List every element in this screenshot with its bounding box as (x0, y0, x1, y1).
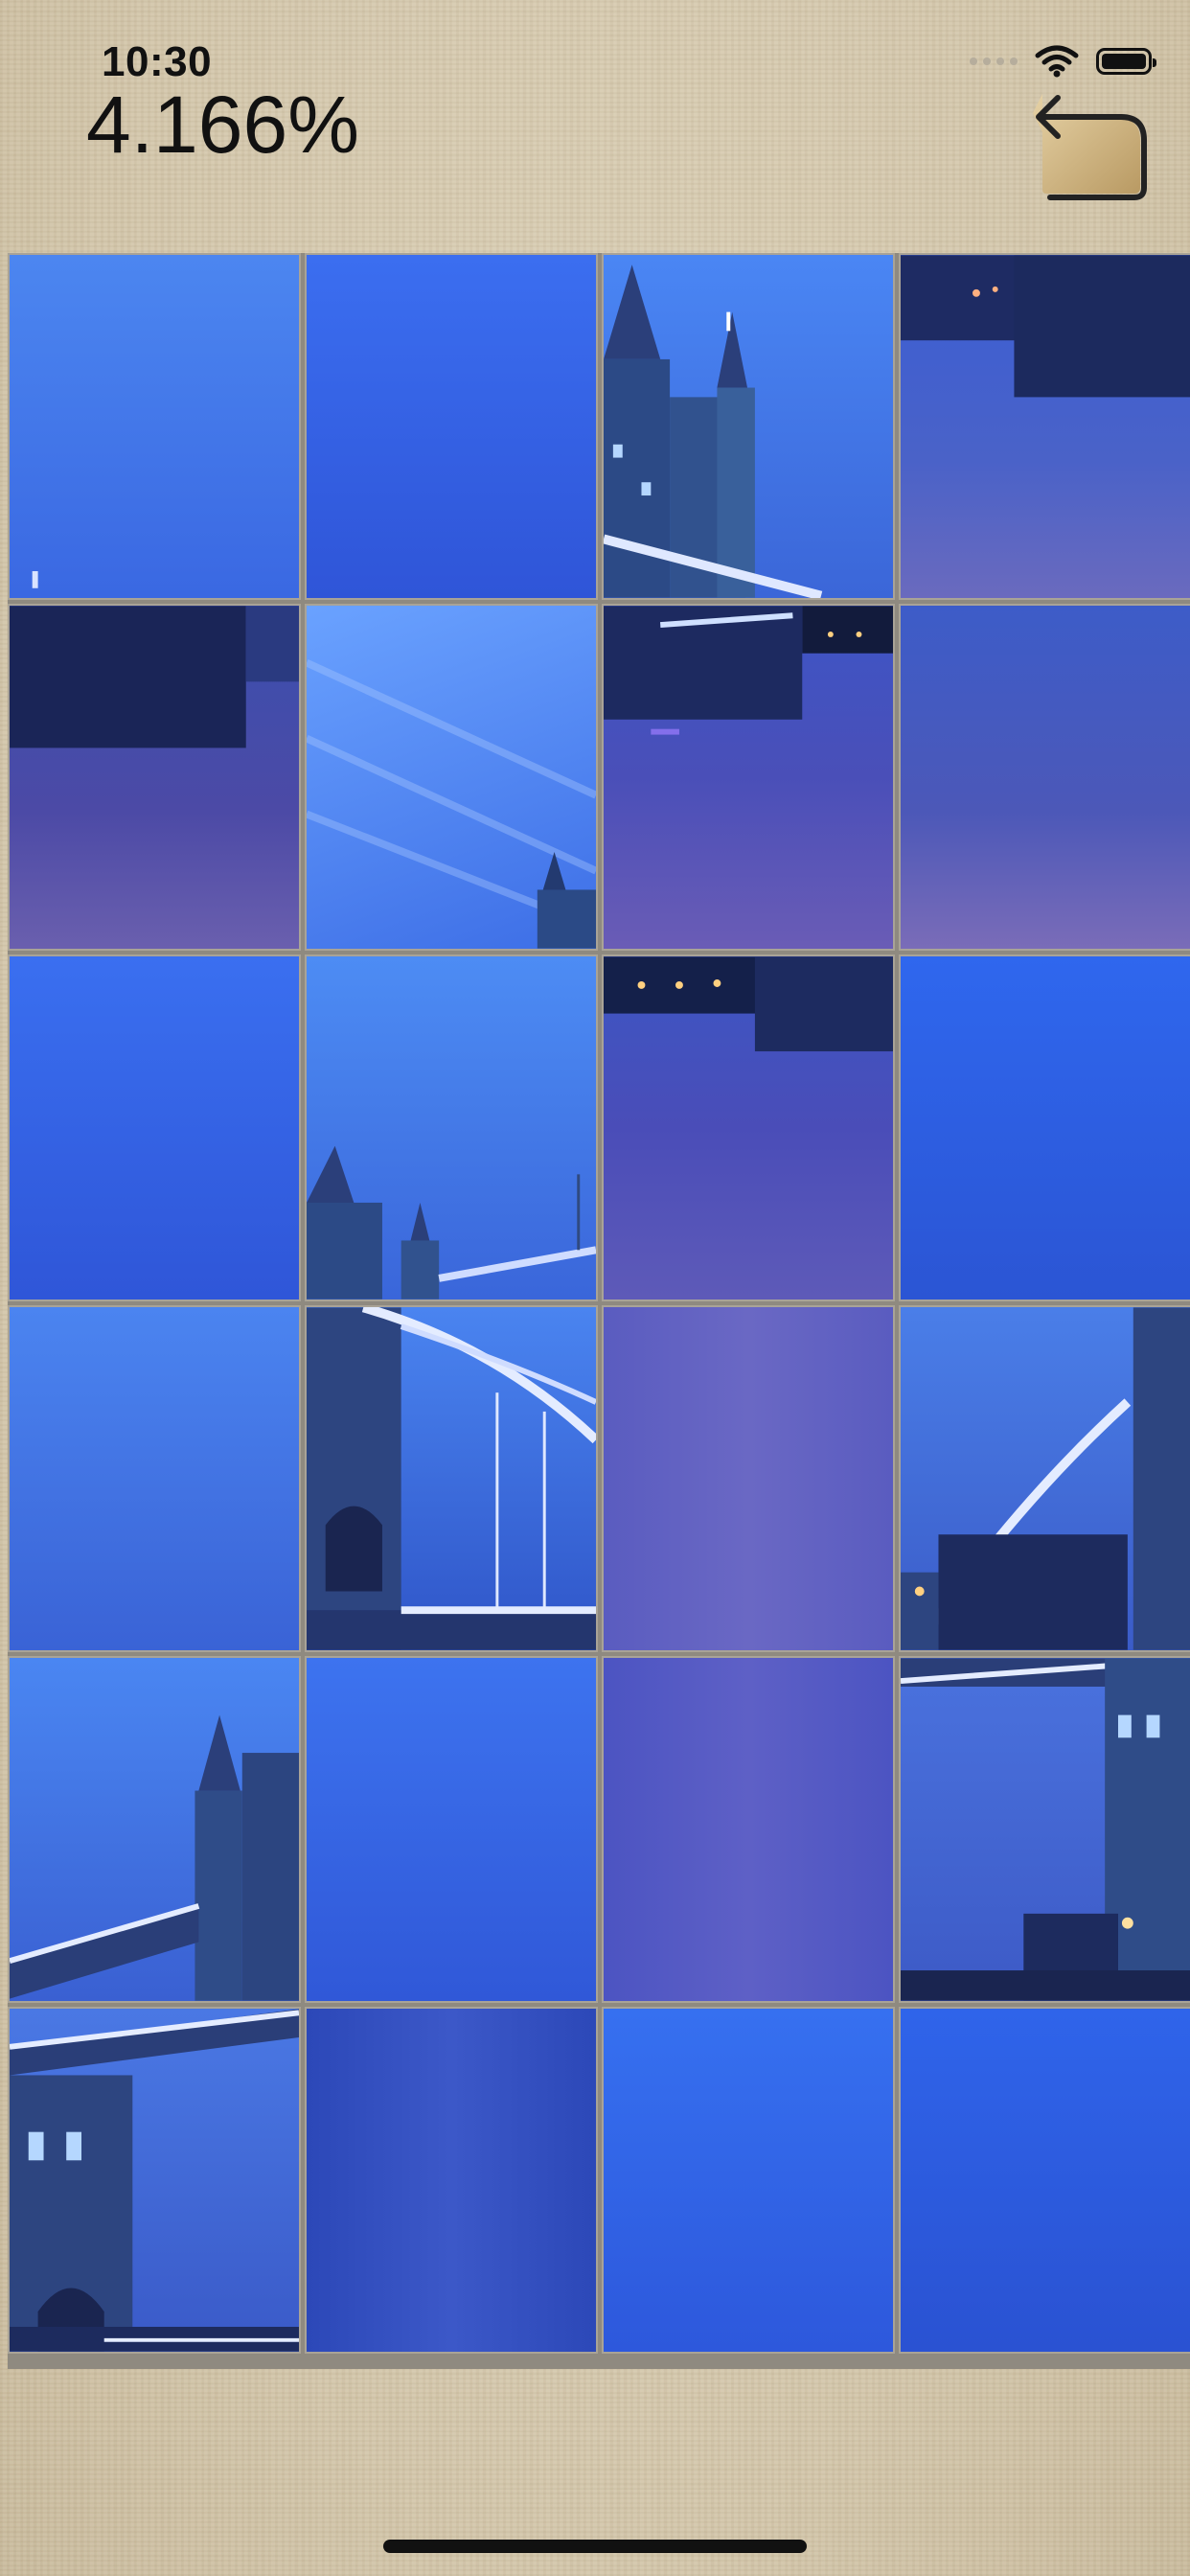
puzzle-tile[interactable] (899, 253, 1190, 600)
puzzle-tile[interactable] (602, 2007, 895, 2354)
status-icons (970, 42, 1156, 80)
puzzle-tile[interactable] (899, 1656, 1190, 2003)
puzzle-tile[interactable] (602, 604, 895, 951)
puzzle-tile[interactable] (602, 1305, 895, 1652)
puzzle-tile[interactable] (8, 1305, 301, 1652)
puzzle-tile[interactable] (899, 1305, 1190, 1652)
puzzle-board (8, 253, 1190, 2369)
puzzle-tile[interactable] (8, 2007, 301, 2354)
puzzle-tile[interactable] (305, 604, 598, 951)
puzzle-tile[interactable] (305, 2007, 598, 2354)
puzzle-tile[interactable] (899, 954, 1190, 1301)
puzzle-tile[interactable] (8, 604, 301, 951)
puzzle-tile[interactable] (602, 954, 895, 1301)
cellular-signal-icon (970, 58, 1018, 65)
puzzle-tile[interactable] (8, 253, 301, 600)
puzzle-tile[interactable] (305, 954, 598, 1301)
puzzle-tile[interactable] (899, 604, 1190, 951)
puzzle-tile[interactable] (305, 1305, 598, 1652)
progress-percentage: 4.166% (86, 80, 359, 170)
puzzle-tile[interactable] (602, 253, 895, 600)
undo-button[interactable] (1033, 88, 1152, 203)
puzzle-tile[interactable] (8, 1656, 301, 2003)
puzzle-tile[interactable] (305, 253, 598, 600)
puzzle-tile[interactable] (899, 2007, 1190, 2354)
undo-arrow-icon (1033, 94, 1147, 200)
puzzle-tile[interactable] (602, 1656, 895, 2003)
puzzle-tile[interactable] (305, 1656, 598, 2003)
puzzle-tile[interactable] (8, 954, 301, 1301)
battery-icon (1096, 48, 1156, 75)
home-indicator[interactable] (383, 2540, 807, 2553)
wifi-icon (1035, 45, 1079, 78)
